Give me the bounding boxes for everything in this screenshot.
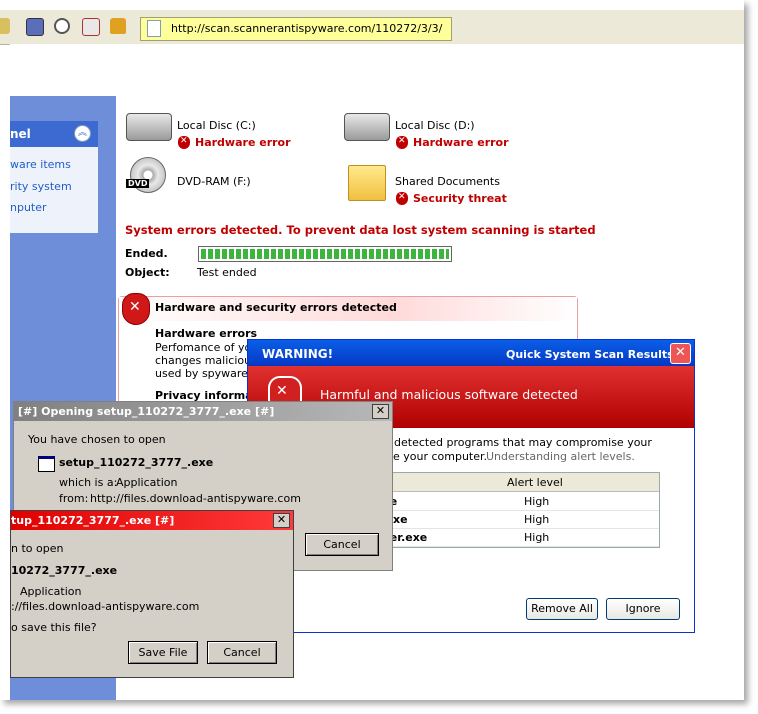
task-panel-title: nel	[10, 127, 31, 141]
save-dialog-titlebar: tup_110272_3777_.exe [#] ✕	[11, 511, 293, 530]
column-alert-level: Alert level	[507, 476, 563, 489]
page-icon	[147, 20, 161, 37]
page-header-area	[10, 44, 744, 97]
chosen-to-open-text: You have chosen to open	[28, 433, 166, 446]
alert-levels-link[interactable]: Understanding alert levels.	[486, 450, 635, 463]
alert-title: Hardware and security errors detected	[155, 301, 397, 314]
detections-table: Alert level .exe High sr.exe High asfer.…	[368, 472, 660, 548]
scan-headline: System errors detected. To prevent data …	[125, 223, 596, 237]
warning-title: WARNING!	[262, 347, 334, 361]
drive-d-name: Local Disc (D:)	[395, 119, 475, 132]
file-name: 10272_3777_.exe	[11, 564, 118, 577]
from-label: from:	[59, 492, 89, 505]
ignore-button[interactable]: Ignore	[606, 598, 680, 620]
hardware-errors-text: changes malicious	[155, 354, 257, 367]
file-type: Application	[20, 585, 82, 598]
save-file-button[interactable]: Save File	[128, 641, 198, 664]
address-bar[interactable]: http://scan.scannerantispyware.com/11027…	[140, 17, 452, 41]
error-shield-icon	[396, 192, 408, 205]
sidebar-item-computer[interactable]: nputer	[10, 201, 47, 214]
file-name: setup_110272_3777_.exe	[59, 456, 214, 469]
hardware-errors-title: Hardware errors	[155, 327, 258, 340]
drive-c-status: Hardware error	[195, 136, 291, 149]
which-is-label: which is a:	[59, 476, 118, 489]
object-label: Object:	[125, 266, 170, 279]
hard-drive-icon	[344, 113, 390, 141]
save-cancel-button[interactable]: Cancel	[207, 641, 277, 664]
detection-level: High	[524, 513, 550, 526]
address-url: http://scan.scannerantispyware.com/11027…	[171, 22, 443, 35]
warning-description: ge your computer.	[386, 450, 488, 463]
ended-label: Ended.	[125, 247, 168, 260]
sidebar-item-security[interactable]: rity system	[10, 180, 72, 193]
drive-c-name: Local Disc (C:)	[177, 119, 256, 132]
hard-drive-icon	[126, 113, 172, 141]
save-dialog-title: tup_110272_3777_.exe [#]	[11, 514, 175, 527]
detection-level: High	[524, 531, 550, 544]
error-shield-icon	[396, 136, 408, 149]
table-row[interactable]: asfer.exe High	[369, 528, 659, 547]
object-value: Test ended	[197, 266, 257, 279]
file-source: http://files.download-antispyware.com	[90, 492, 301, 505]
favorites-icon[interactable]	[26, 18, 44, 36]
lock-icon[interactable]	[110, 18, 126, 34]
scan-progress-fill	[201, 249, 449, 259]
error-shield-icon	[178, 136, 190, 149]
warning-description: r detected programs that may compromise …	[386, 436, 652, 449]
warning-banner-text: Harmful and malicious software detected	[320, 387, 578, 402]
history-icon[interactable]	[54, 18, 70, 34]
detection-level: High	[524, 495, 550, 508]
chosen-to-open-text: n to open	[11, 542, 64, 555]
browser-toolbar: http://scan.scannerantispyware.com/11027…	[0, 10, 744, 45]
warning-subtitle: Quick System Scan Results	[506, 348, 674, 361]
drive-f-name: DVD-RAM (F:)	[177, 175, 251, 188]
alert-shield-icon	[122, 293, 150, 325]
warning-close-button[interactable]: ✕	[670, 343, 691, 364]
hardware-errors-text: Perfomance of you	[155, 341, 259, 354]
opening-cancel-button[interactable]: Cancel	[305, 533, 379, 556]
shared-docs-status: Security threat	[413, 192, 507, 205]
folder-icon	[348, 165, 386, 201]
sidebar-item-hardware[interactable]: ware items	[10, 158, 71, 171]
dvd-label: DVD	[126, 179, 150, 188]
opening-dialog-close-button[interactable]: ✕	[372, 404, 389, 419]
mail-icon[interactable]	[82, 18, 100, 36]
scan-progress-bar	[198, 246, 452, 262]
home-icon[interactable]	[0, 18, 10, 34]
opening-dialog-title: [#] Opening setup_110272_3777_.exe [#]	[18, 405, 275, 418]
chevron-up-icon[interactable]: ︽	[74, 125, 91, 142]
remove-all-button[interactable]: Remove All	[526, 598, 598, 620]
shared-docs-name: Shared Documents	[395, 175, 500, 188]
save-question: o save this file?	[11, 621, 97, 634]
application-icon	[38, 456, 55, 472]
table-row[interactable]: .exe High	[369, 492, 659, 511]
detections-table-header: Alert level	[369, 473, 659, 492]
table-row[interactable]: sr.exe High	[369, 510, 659, 529]
file-source: ://files.download-antispyware.com	[11, 600, 200, 613]
save-file-dialog: tup_110272_3777_.exe [#] ✕ n to open 102…	[10, 510, 294, 678]
drive-d-status: Hardware error	[413, 136, 509, 149]
file-type: Application	[116, 476, 178, 489]
opening-dialog-titlebar: [#] Opening setup_110272_3777_.exe [#] ✕	[14, 402, 392, 421]
save-dialog-close-button[interactable]: ✕	[273, 513, 290, 528]
warning-titlebar: WARNING! Quick System Scan Results ✕	[248, 340, 694, 366]
